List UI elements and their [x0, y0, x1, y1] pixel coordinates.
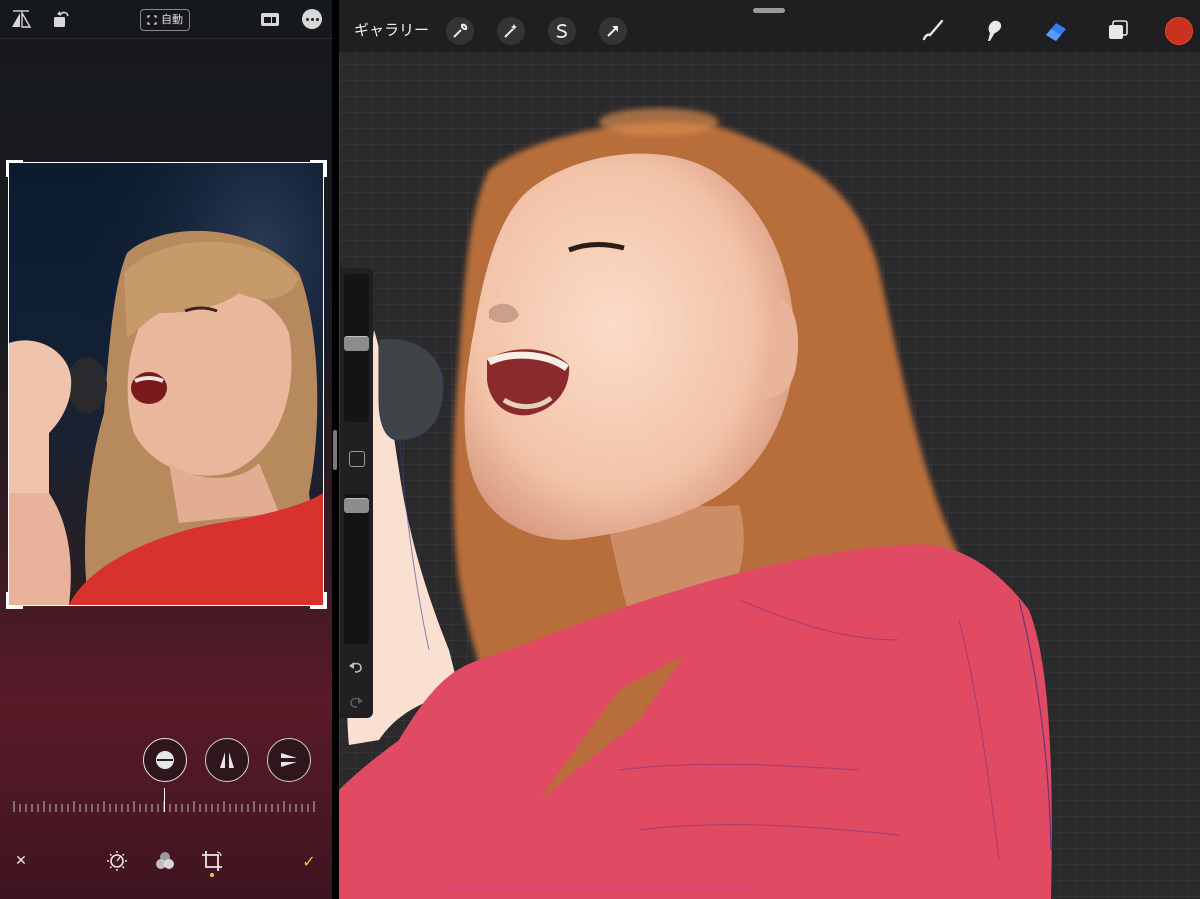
brush-size-slider[interactable] — [344, 274, 369, 422]
rotate-icon[interactable] — [50, 8, 72, 30]
smudge-icon[interactable] — [979, 15, 1009, 45]
flip-icon[interactable] — [10, 8, 32, 30]
straighten-button[interactable] — [143, 738, 187, 782]
brush-icon[interactable] — [918, 15, 948, 45]
magic-wand-icon[interactable] — [497, 17, 525, 45]
cancel-icon[interactable]: ✕ — [8, 848, 34, 874]
selection-icon[interactable] — [548, 17, 576, 45]
active-tool-dot — [210, 873, 214, 877]
horizontal-perspective-button[interactable] — [267, 738, 311, 782]
photos-top-bar: 自動 — [0, 0, 332, 39]
procreate-canvas-view: ギャラリー — [339, 0, 1200, 899]
auto-straighten-button[interactable]: 自動 — [140, 9, 190, 31]
done-icon[interactable]: ✓ — [296, 848, 322, 874]
opacity-knob[interactable] — [344, 498, 369, 513]
redo-icon[interactable] — [347, 693, 365, 711]
horizontal-perspective-icon — [281, 753, 297, 767]
aspect-ratio-icon[interactable] — [259, 8, 281, 30]
gallery-button[interactable]: ギャラリー — [354, 19, 429, 40]
transform-icon[interactable] — [599, 17, 627, 45]
auto-label: 自動 — [161, 13, 183, 26]
photo-crop-area[interactable] — [8, 162, 324, 606]
eraser-icon[interactable] — [1041, 15, 1071, 45]
reference-photo — [9, 163, 323, 605]
procreate-toolbar: ギャラリー — [339, 0, 1200, 52]
angle-ruler[interactable] — [12, 800, 318, 814]
crop-handle-bottom-left[interactable] — [6, 592, 23, 609]
undo-icon[interactable] — [347, 658, 365, 676]
vertical-perspective-button[interactable] — [205, 738, 249, 782]
ruler-indicator — [164, 788, 165, 812]
side-panel — [340, 268, 373, 718]
brush-size-knob[interactable] — [344, 336, 369, 351]
filters-icon[interactable] — [152, 848, 178, 874]
crop-handle-bottom-right[interactable] — [310, 592, 327, 609]
more-icon[interactable] — [302, 9, 322, 29]
color-picker-button[interactable] — [1165, 17, 1193, 45]
wrench-icon[interactable] — [446, 17, 474, 45]
adjust-icon[interactable] — [104, 848, 130, 874]
painting-canvas[interactable] — [339, 0, 1200, 899]
layers-icon[interactable] — [1103, 15, 1133, 45]
vertical-perspective-icon — [220, 752, 234, 768]
straighten-icon — [156, 751, 174, 769]
multitask-grabber[interactable] — [753, 8, 785, 13]
frame-icon — [147, 15, 157, 25]
split-view-handle[interactable] — [333, 430, 337, 470]
crop-icon[interactable] — [199, 848, 225, 874]
photos-crop-editor: 自動 ✕ ✓ — [0, 0, 332, 899]
home-indicator — [449, 886, 751, 891]
crop-handle-top-right[interactable] — [310, 160, 327, 177]
crop-handle-top-left[interactable] — [6, 160, 23, 177]
opacity-slider[interactable] — [344, 494, 369, 644]
modify-button[interactable] — [349, 451, 365, 467]
